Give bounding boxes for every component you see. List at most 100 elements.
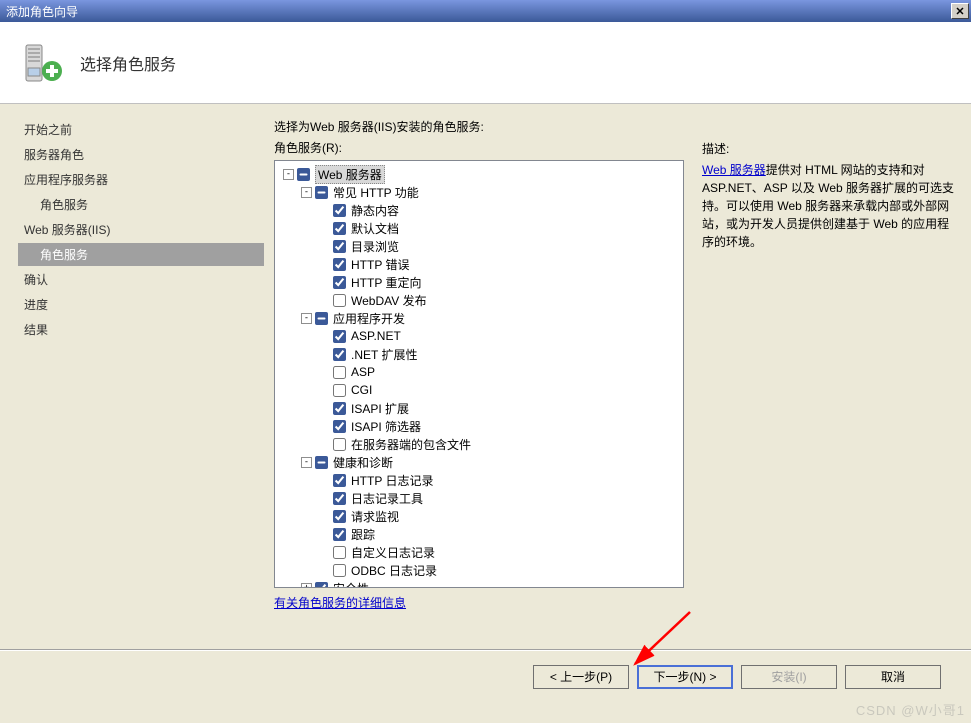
tree-label: 默认文档: [351, 220, 399, 237]
tree-node[interactable]: .NET 扩展性: [277, 345, 681, 363]
tree-node[interactable]: 在服务器端的包含文件: [277, 435, 681, 453]
close-button[interactable]: ✕: [951, 3, 969, 19]
tree-label: ISAPI 筛选器: [351, 418, 421, 435]
tree-checkbox[interactable]: [315, 456, 328, 469]
tree-node[interactable]: 目录浏览: [277, 237, 681, 255]
toggle-spacer: [319, 493, 330, 504]
list-label: 角色服务(R):: [274, 139, 694, 156]
tree-node[interactable]: + 安全性: [277, 579, 681, 588]
tree-node[interactable]: ASP.NET: [277, 327, 681, 345]
tree-checkbox[interactable]: [333, 348, 346, 361]
collapse-icon[interactable]: -: [283, 169, 294, 180]
tree-label: 安全性: [333, 580, 369, 589]
tree-checkbox[interactable]: [333, 294, 346, 307]
sidebar-step-4[interactable]: Web 服务器(IIS): [18, 218, 264, 241]
tree-node[interactable]: 静态内容: [277, 201, 681, 219]
tree-label: HTTP 日志记录: [351, 472, 433, 489]
tree-checkbox[interactable]: [333, 258, 346, 271]
tree-checkbox[interactable]: [333, 528, 346, 541]
tree-label: 日志记录工具: [351, 490, 423, 507]
collapse-icon[interactable]: -: [301, 187, 312, 198]
tree-checkbox[interactable]: [315, 312, 328, 325]
tree-node[interactable]: 自定义日志记录: [277, 543, 681, 561]
tree-checkbox[interactable]: [333, 276, 346, 289]
sidebar-step-8[interactable]: 结果: [18, 318, 264, 341]
sidebar-step-7[interactable]: 进度: [18, 293, 264, 316]
tree-label: 请求监视: [351, 508, 399, 525]
tree-checkbox[interactable]: [333, 222, 346, 235]
tree-node[interactable]: 请求监视: [277, 507, 681, 525]
tree-node[interactable]: 跟踪: [277, 525, 681, 543]
more-info-link[interactable]: 有关角色服务的详细信息: [274, 594, 406, 611]
install-button[interactable]: 安装(I): [741, 665, 837, 689]
tree-node[interactable]: HTTP 重定向: [277, 273, 681, 291]
tree-node[interactable]: 默认文档: [277, 219, 681, 237]
tree-label: 静态内容: [351, 202, 399, 219]
tree-checkbox[interactable]: [315, 186, 328, 199]
collapse-icon[interactable]: -: [301, 313, 312, 324]
sidebar-step-0[interactable]: 开始之前: [18, 118, 264, 141]
tree-node[interactable]: - 常见 HTTP 功能: [277, 183, 681, 201]
cancel-button[interactable]: 取消: [845, 665, 941, 689]
toggle-spacer: [319, 421, 330, 432]
tree-node[interactable]: ODBC 日志记录: [277, 561, 681, 579]
watermark: CSDN @W小哥1: [856, 700, 965, 719]
role-services-tree[interactable]: -Web 服务器-常见 HTTP 功能静态内容默认文档目录浏览HTTP 错误HT…: [274, 160, 684, 588]
toggle-spacer: [319, 529, 330, 540]
tree-checkbox[interactable]: [333, 474, 346, 487]
tree-label: WebDAV 发布: [351, 292, 427, 309]
tree-node[interactable]: - 健康和诊断: [277, 453, 681, 471]
tree-node[interactable]: CGI: [277, 381, 681, 399]
tree-node[interactable]: -应用程序开发: [277, 309, 681, 327]
expand-icon[interactable]: +: [301, 583, 312, 589]
wizard-footer: < 上一步(P) 下一步(N) > 安装(I) 取消: [0, 650, 971, 702]
toggle-spacer: [319, 367, 330, 378]
tree-label: 目录浏览: [351, 238, 399, 255]
tree-node[interactable]: 日志记录工具: [277, 489, 681, 507]
tree-checkbox[interactable]: [333, 384, 346, 397]
tree-checkbox[interactable]: [333, 546, 346, 559]
sidebar-step-3[interactable]: 角色服务: [18, 193, 264, 216]
tree-node[interactable]: HTTP 错误: [277, 255, 681, 273]
tree-node[interactable]: HTTP 日志记录: [277, 471, 681, 489]
tree-label: ASP.NET: [351, 329, 401, 343]
tree-node[interactable]: WebDAV 发布: [277, 291, 681, 309]
tree-label: 常见 HTTP 功能: [333, 184, 419, 201]
sidebar-step-5[interactable]: 角色服务: [18, 243, 264, 266]
titlebar: 添加角色向导 ✕: [0, 0, 971, 22]
tree-label: HTTP 错误: [351, 256, 409, 273]
tree-checkbox[interactable]: [333, 420, 346, 433]
tree-checkbox[interactable]: [333, 510, 346, 523]
toggle-spacer: [319, 331, 330, 342]
tree-checkbox[interactable]: [333, 564, 346, 577]
collapse-icon[interactable]: -: [301, 457, 312, 468]
tree-node[interactable]: -Web 服务器: [277, 165, 681, 183]
toggle-spacer: [319, 403, 330, 414]
tree-checkbox[interactable]: [315, 582, 328, 589]
tree-checkbox[interactable]: [333, 438, 346, 451]
toggle-spacer: [319, 475, 330, 486]
toggle-spacer: [319, 565, 330, 576]
tree-node[interactable]: ISAPI 筛选器: [277, 417, 681, 435]
sidebar-step-2[interactable]: 应用程序服务器: [18, 168, 264, 191]
tree-checkbox[interactable]: [333, 204, 346, 217]
tree-label: 在服务器端的包含文件: [351, 436, 471, 453]
tree-checkbox[interactable]: [333, 366, 346, 379]
sidebar-step-6[interactable]: 确认: [18, 268, 264, 291]
window-title: 添加角色向导: [6, 3, 78, 20]
tree-checkbox[interactable]: [333, 402, 346, 415]
description-link[interactable]: Web 服务器: [702, 163, 766, 177]
toggle-spacer: [319, 511, 330, 522]
tree-checkbox[interactable]: [333, 330, 346, 343]
tree-label: HTTP 重定向: [351, 274, 421, 291]
tree-checkbox[interactable]: [333, 240, 346, 253]
tree-node[interactable]: ASP: [277, 363, 681, 381]
toggle-spacer: [319, 205, 330, 216]
previous-button[interactable]: < 上一步(P): [533, 665, 629, 689]
tree-node[interactable]: ISAPI 扩展: [277, 399, 681, 417]
sidebar-step-1[interactable]: 服务器角色: [18, 143, 264, 166]
tree-checkbox[interactable]: [333, 492, 346, 505]
tree-label: 健康和诊断: [333, 454, 393, 471]
tree-checkbox[interactable]: [297, 168, 310, 181]
next-button[interactable]: 下一步(N) >: [637, 665, 733, 689]
